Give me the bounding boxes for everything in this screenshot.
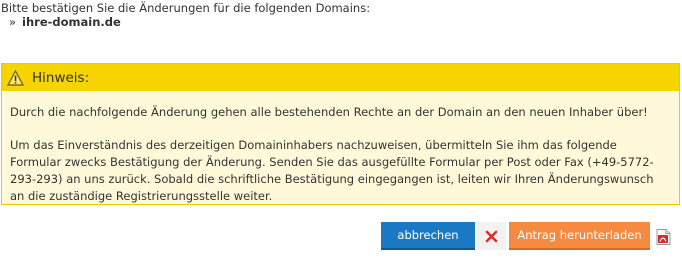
notice-header: Hinweis: xyxy=(2,64,679,91)
domain-name: ihre-domain.de xyxy=(22,15,121,29)
intro-text: Bitte bestätigen Sie die Änderungen für … xyxy=(1,1,371,15)
notice-body: Durch die nachfolgende Änderung gehen al… xyxy=(2,91,679,205)
notice-title: Hinweis: xyxy=(32,69,90,86)
domain-list-item: » ihre-domain.de xyxy=(9,15,121,30)
bullet-glyph: » xyxy=(9,15,17,29)
notice-box: Hinweis: Durch die nachfolgende Änderung… xyxy=(1,63,680,205)
pdf-icon[interactable] xyxy=(656,229,671,245)
notice-paragraph-2: Um das Einverständnis des derzeitigen Do… xyxy=(10,138,654,203)
close-x-icon xyxy=(485,230,497,242)
warning-triangle-icon xyxy=(7,69,24,86)
cancel-button[interactable]: abbrechen xyxy=(381,222,475,250)
download-application-button[interactable]: Antrag herunterladen xyxy=(509,222,650,250)
cancel-x-button[interactable] xyxy=(476,222,506,250)
notice-paragraph-1: Durch die nachfolgende Änderung gehen al… xyxy=(10,105,648,119)
